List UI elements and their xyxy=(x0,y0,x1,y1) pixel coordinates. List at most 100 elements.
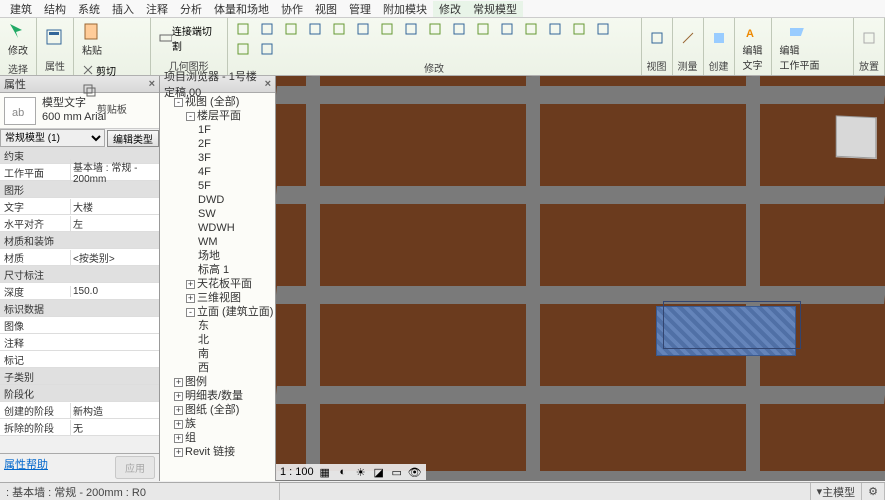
modify-tool-4[interactable] xyxy=(328,20,350,38)
menu-0[interactable]: 建筑 xyxy=(4,1,38,17)
close-icon[interactable]: × xyxy=(265,78,271,90)
prop-group-材质和装饰[interactable]: 材质和装饰 xyxy=(0,232,159,249)
hide-icon[interactable]: 👁 xyxy=(408,465,422,479)
menu-8[interactable]: 视图 xyxy=(309,1,343,17)
menu-5[interactable]: 分析 xyxy=(174,1,208,17)
prop-group-阶段化[interactable]: 阶段化 xyxy=(0,385,159,402)
properties-button[interactable] xyxy=(41,26,69,50)
tree-item[interactable]: +三维视图 xyxy=(186,291,273,305)
tree-item[interactable]: 2F xyxy=(198,137,273,151)
crop-icon[interactable]: ▭ xyxy=(390,465,404,479)
modify-tool-17[interactable] xyxy=(256,40,278,58)
prop-group-子类别[interactable]: 子类别 xyxy=(0,368,159,385)
menu-7[interactable]: 协作 xyxy=(275,1,309,17)
prop-row[interactable]: 工作平面基本墙 : 常规 - 200mm xyxy=(0,164,159,181)
menu-3[interactable]: 插入 xyxy=(106,1,140,17)
measure-tool[interactable] xyxy=(677,29,699,47)
tree-item[interactable]: +天花板平面 xyxy=(186,277,273,291)
cope-button[interactable]: 连接端切割 xyxy=(155,21,223,55)
modify-tool-11[interactable] xyxy=(496,20,518,38)
cut-button[interactable]: 剪切 xyxy=(78,61,120,80)
tree-item[interactable]: +图纸 (全部) xyxy=(174,403,273,417)
tree-item[interactable]: SW xyxy=(198,207,273,221)
view-tool[interactable] xyxy=(646,29,668,47)
scale-display[interactable]: 1 : 100 xyxy=(280,466,314,478)
visual-style-icon[interactable]: ◐ xyxy=(336,465,350,479)
paste-button[interactable]: 粘贴 xyxy=(78,20,106,59)
tree-item[interactable]: 3F xyxy=(198,151,273,165)
properties-help-link[interactable]: 属性帮助 xyxy=(4,456,48,479)
modify-tool-8[interactable] xyxy=(424,20,446,38)
project-tree[interactable]: -视图 (全部)-楼层平面1F2F3F4F5FDWDSWWDWHWM场地标高 1… xyxy=(160,93,275,481)
create-tool[interactable] xyxy=(708,29,730,47)
status-model[interactable]: ▾ 主模型 xyxy=(811,483,863,500)
modify-button[interactable]: 修改 xyxy=(4,20,32,59)
modify-tool-7[interactable] xyxy=(400,20,422,38)
prop-group-尺寸标注[interactable]: 尺寸标注 xyxy=(0,266,159,283)
modify-tool-15[interactable] xyxy=(592,20,614,38)
prop-row[interactable]: 标记 xyxy=(0,351,159,368)
modify-tool-0[interactable] xyxy=(232,20,254,38)
modify-tool-6[interactable] xyxy=(376,20,398,38)
tree-item[interactable]: 5F xyxy=(198,179,273,193)
tree-item[interactable]: +明细表/数量 xyxy=(174,389,273,403)
menu-6[interactable]: 体量和场地 xyxy=(208,1,275,17)
tree-item[interactable]: WDWH xyxy=(198,221,273,235)
tree-item[interactable]: +组 xyxy=(174,431,273,445)
tree-item[interactable]: 场地 xyxy=(198,249,273,263)
edit-text-button[interactable]: A编辑 文字 xyxy=(739,20,767,74)
tree-item[interactable]: 东 xyxy=(198,319,273,333)
category-select[interactable]: 常规模型 (1) xyxy=(0,129,105,147)
tree-item[interactable]: DWD xyxy=(198,193,273,207)
prop-row[interactable]: 拆除的阶段无 xyxy=(0,419,159,436)
tree-item[interactable]: 4F xyxy=(198,165,273,179)
modify-tool-12[interactable] xyxy=(520,20,542,38)
modify-tool-5[interactable] xyxy=(352,20,374,38)
tree-item[interactable]: 标高 1 xyxy=(198,263,273,277)
tree-item[interactable]: 西 xyxy=(198,361,273,375)
tree-item[interactable]: +图例 xyxy=(174,375,273,389)
menu-1[interactable]: 结构 xyxy=(38,1,72,17)
prop-group-图形[interactable]: 图形 xyxy=(0,181,159,198)
modify-tool-9[interactable] xyxy=(448,20,470,38)
edit-workplane-button[interactable]: 编辑 工作平面 xyxy=(776,20,824,74)
modify-tool-3[interactable] xyxy=(304,20,326,38)
sun-icon[interactable]: ☀ xyxy=(354,465,368,479)
menu-2[interactable]: 系统 xyxy=(72,1,106,17)
menu-10[interactable]: 附加模块 xyxy=(377,1,433,17)
shadow-icon[interactable]: ◪ xyxy=(372,465,386,479)
prop-row[interactable]: 深度150.0 xyxy=(0,283,159,300)
modify-tool-2[interactable] xyxy=(280,20,302,38)
menu-11[interactable]: 修改 xyxy=(433,1,467,17)
tree-item[interactable]: +Revit 链接 xyxy=(174,445,273,459)
prop-row[interactable]: 水平对齐左 xyxy=(0,215,159,232)
place-tool[interactable] xyxy=(858,29,880,47)
tree-item[interactable]: +族 xyxy=(174,417,273,431)
modify-tool-16[interactable] xyxy=(232,40,254,58)
tree-item[interactable]: 北 xyxy=(198,333,273,347)
menu-9[interactable]: 管理 xyxy=(343,1,377,17)
edit-type-button[interactable]: 编辑类型 xyxy=(107,130,159,147)
menu-4[interactable]: 注释 xyxy=(140,1,174,17)
modify-tool-1[interactable] xyxy=(256,20,278,38)
prop-row[interactable]: 图像 xyxy=(0,317,159,334)
prop-row[interactable]: 注释 xyxy=(0,334,159,351)
modify-tool-10[interactable] xyxy=(472,20,494,38)
tree-item[interactable]: WM xyxy=(198,235,273,249)
prop-row[interactable]: 文字大楼 xyxy=(0,198,159,215)
modify-tool-13[interactable] xyxy=(544,20,566,38)
apply-button[interactable]: 应用 xyxy=(115,456,155,479)
prop-group-标识数据[interactable]: 标识数据 xyxy=(0,300,159,317)
tree-item[interactable]: 1F xyxy=(198,123,273,137)
modify-tool-14[interactable] xyxy=(568,20,590,38)
viewcube[interactable] xyxy=(836,115,877,158)
prop-row[interactable]: 创建的阶段新构造 xyxy=(0,402,159,419)
menu-12[interactable]: 常规模型 xyxy=(467,1,523,17)
status-icon[interactable]: ⚙ xyxy=(862,483,885,500)
selected-model-text[interactable] xyxy=(656,306,796,356)
tree-item[interactable]: 南 xyxy=(198,347,273,361)
detail-level-icon[interactable]: ▦ xyxy=(318,465,332,479)
prop-row[interactable]: 材质<按类别> xyxy=(0,249,159,266)
close-icon[interactable]: × xyxy=(149,78,155,90)
3d-viewport[interactable]: 1 : 100 ▦ ◐ ☀ ◪ ▭ 👁 xyxy=(276,76,885,481)
